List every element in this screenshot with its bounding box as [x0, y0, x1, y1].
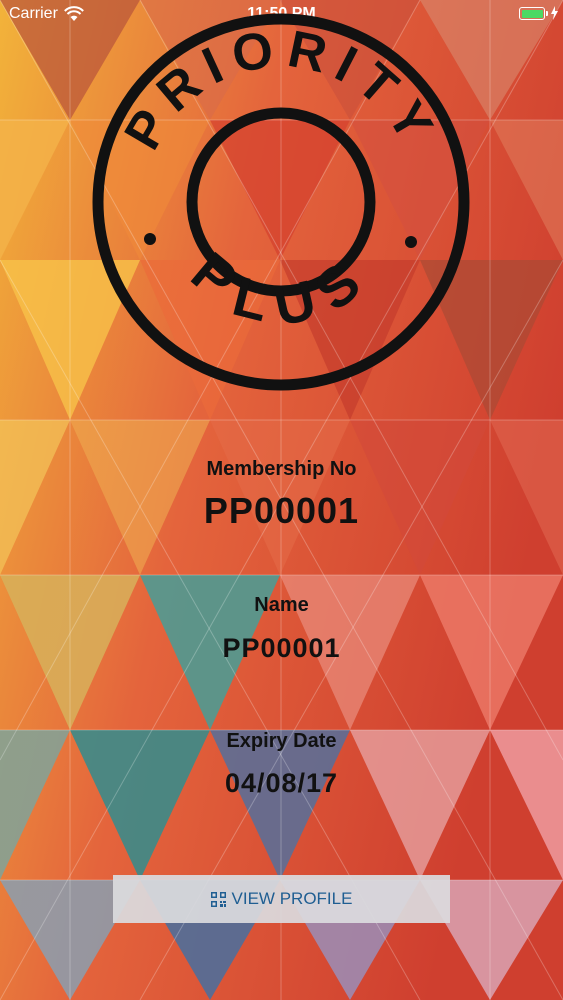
- battery-icon: [519, 7, 545, 20]
- qr-code-icon: [210, 891, 226, 907]
- membership-number-label: Membership No: [206, 458, 357, 480]
- view-profile-button[interactable]: VIEW PROFILE: [113, 875, 450, 923]
- logo-top-text: PRIORITY: [114, 19, 449, 159]
- expiry-date-value: 04/08/17: [224, 768, 339, 798]
- membership-number-value: PP00001: [203, 490, 360, 531]
- battery-tip: [546, 11, 548, 16]
- expiry-date-label: Expiry Date: [226, 730, 337, 752]
- view-profile-label: VIEW PROFILE: [231, 889, 353, 908]
- logo-bottom-text: PLUS: [180, 240, 384, 338]
- priority-plus-logo: PRIORITY PLUS: [92, 13, 470, 391]
- battery-level: [521, 9, 543, 18]
- name-label: Name: [254, 594, 309, 616]
- membership-screen: Carrier 11:50 PM PRIORITY PLUS Membershi…: [0, 0, 563, 1000]
- name-value: PP00001: [222, 633, 341, 663]
- charging-icon: [551, 6, 558, 20]
